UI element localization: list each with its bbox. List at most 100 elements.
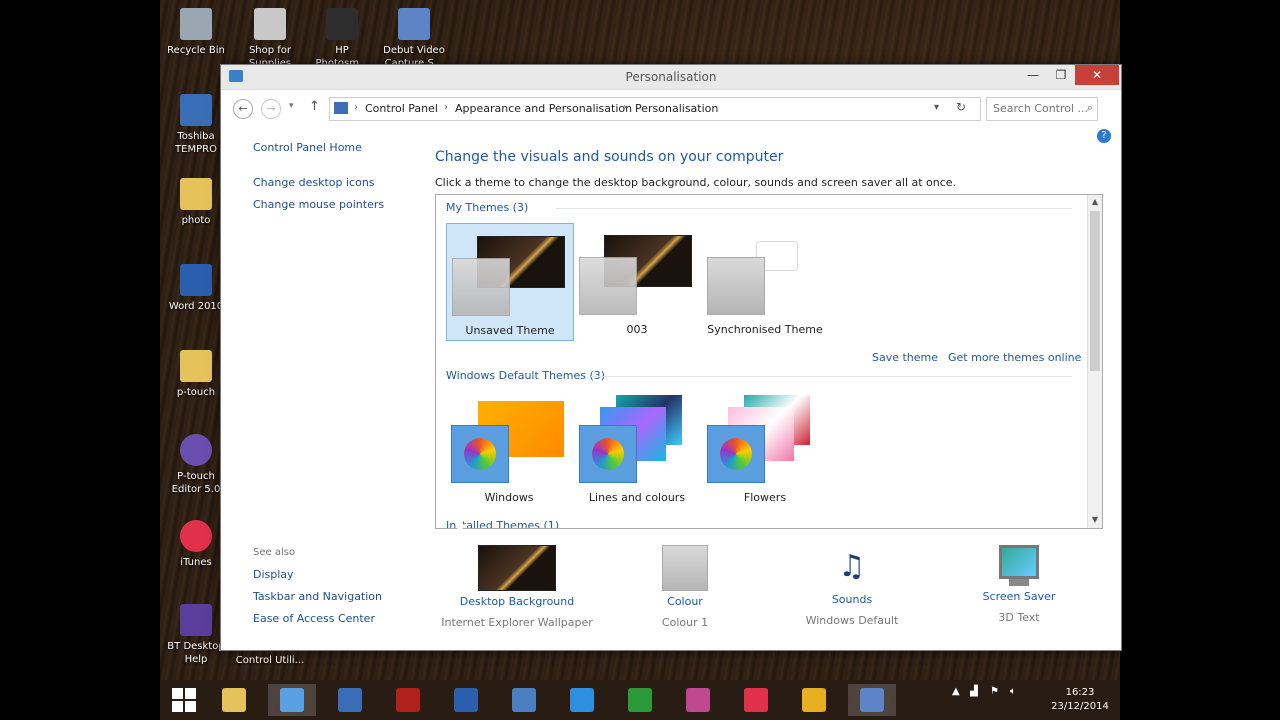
wallpaper-icon	[478, 545, 556, 591]
letterbox-left	[0, 0, 160, 720]
theme-tile-flowers[interactable]: Flowers	[702, 391, 828, 507]
help-icon[interactable]: ?	[1097, 129, 1111, 143]
folder-icon	[180, 350, 212, 382]
clock[interactable]: 16:23 23/12/2014	[1040, 686, 1120, 714]
desktop-icon-label: Recycle Bin	[167, 45, 225, 56]
desktop-icon-p-touch-folder[interactable]: p-touch	[164, 350, 228, 399]
page-subtitle: Click a theme to change the desktop back…	[435, 176, 957, 189]
desktop-icon-hp-photosmart[interactable]: HP Photosm...	[310, 8, 374, 70]
taskbar-button[interactable]	[384, 684, 432, 716]
taskbar-button[interactable]	[848, 684, 896, 716]
save-theme-link[interactable]: Save theme	[872, 351, 938, 364]
colour-wheel-icon	[579, 425, 637, 483]
breadcrumb-personalisation[interactable]: Personalisation	[635, 102, 718, 115]
desktop-icon-recycle-bin[interactable]: Recycle Bin	[164, 8, 228, 57]
search-input[interactable]: Search Control ... ⌕	[986, 97, 1098, 121]
theme-tile-synchronised[interactable]: Synchronised Theme	[702, 223, 828, 339]
desktop-icon-control-utility[interactable]: Control Utili...	[230, 654, 310, 667]
colour-swatch	[707, 257, 765, 315]
network-icon[interactable]: ▟	[970, 686, 978, 697]
desktop-background-link[interactable]: Desktop Background	[437, 595, 597, 608]
taskbar-button[interactable]	[500, 684, 548, 716]
letterbox-right	[1120, 0, 1280, 720]
ease-of-access-link[interactable]: Ease of Access Center	[253, 612, 382, 625]
theme-name: Unsaved Theme	[465, 324, 555, 337]
desktop-icon-label: iTunes	[180, 557, 212, 568]
theme-tile-windows[interactable]: Windows	[446, 391, 572, 507]
taskbar-button[interactable]	[268, 684, 316, 716]
sounds-item[interactable]: ♫ Sounds Windows Default	[772, 545, 932, 627]
taskbar-button[interactable]	[210, 684, 258, 716]
control-panel-home-link[interactable]: Control Panel Home	[253, 141, 413, 154]
breadcrumb-control-panel[interactable]: Control Panel	[365, 102, 438, 115]
taskbar-button[interactable]	[442, 684, 490, 716]
tempro-icon	[180, 94, 212, 126]
display-link[interactable]: Display	[253, 568, 382, 581]
theme-tile-003[interactable]: 003	[574, 223, 700, 339]
change-mouse-pointers-link[interactable]: Change mouse pointers	[253, 198, 413, 211]
breadcrumb-separator: ›	[623, 102, 627, 113]
hp-icon	[326, 8, 358, 40]
action-center-icon[interactable]: ⚑	[990, 686, 999, 697]
maximize-button[interactable]: ❐	[1047, 65, 1075, 85]
taskbar-button[interactable]	[732, 684, 780, 716]
breadcrumb[interactable]: › Control Panel › Appearance and Persona…	[329, 97, 981, 121]
taskbar-button[interactable]	[558, 684, 606, 716]
taskbar-button[interactable]	[326, 684, 374, 716]
recycle-bin-icon	[180, 8, 212, 40]
forward-button[interactable]: →	[261, 99, 281, 119]
floppy-icon	[398, 8, 430, 40]
get-more-themes-link[interactable]: Get more themes online	[948, 351, 1081, 364]
theme-list-scrollbar[interactable]: ▲ ▼	[1087, 195, 1102, 528]
taskbar-navigation-link[interactable]: Taskbar and Navigation	[253, 590, 382, 603]
desktop-icon-shop-for-supplies[interactable]: Shop for Supplies	[238, 8, 302, 70]
colour-icon	[662, 545, 708, 591]
window-title: Personalisation	[625, 70, 717, 84]
desktop-icon-label: photo	[181, 215, 211, 226]
screen-saver-link[interactable]: Screen Saver	[939, 590, 1099, 603]
desktop-icon-p-touch-editor[interactable]: P-touch Editor 5.0	[164, 434, 228, 496]
search-icon[interactable]: ⌕	[1087, 101, 1093, 115]
sounds-link[interactable]: Sounds	[772, 593, 932, 606]
scrollbar-thumb[interactable]	[1090, 211, 1100, 371]
theme-tile-lines-and-colours[interactable]: Lines and colours	[574, 391, 700, 507]
refresh-button[interactable]: ↻	[956, 100, 966, 114]
desktop-icon-label: p-touch	[176, 387, 216, 398]
theme-list: My Themes (3) Unsaved Theme 003 Synchron…	[435, 194, 1103, 529]
taskbar-button[interactable]	[790, 684, 838, 716]
scroll-up-icon[interactable]: ▲	[1088, 197, 1102, 206]
volume-icon[interactable]: 🔈︎	[1010, 686, 1016, 697]
taskbar-button[interactable]	[616, 684, 664, 716]
bt-icon	[180, 604, 212, 636]
scroll-down-icon[interactable]: ▼	[1088, 515, 1102, 524]
desktop-icon-word[interactable]: Word 2010	[164, 264, 228, 313]
desktop-icon-toshiba-tempro[interactable]: Toshiba TEMPRO	[164, 94, 228, 156]
show-hidden-icons[interactable]: ▲	[952, 686, 960, 697]
internet-explorer-icon	[570, 688, 594, 712]
minimize-button[interactable]: —	[1019, 65, 1047, 85]
breadcrumb-separator: ›	[354, 102, 358, 113]
desktop-icon-itunes[interactable]: iTunes	[164, 520, 228, 569]
close-button[interactable]: ✕	[1075, 65, 1119, 85]
screen-saver-value: 3D Text	[998, 611, 1040, 624]
title-bar[interactable]: Personalisation — ❐ ✕	[221, 65, 1121, 90]
desktop-icon-debut-video[interactable]: Debut Video Capture S...	[382, 8, 446, 70]
breadcrumb-appearance[interactable]: Appearance and Personalisation	[455, 102, 632, 115]
start-button[interactable]	[172, 688, 196, 712]
colour-link[interactable]: Colour	[605, 595, 765, 608]
back-button[interactable]: ←	[233, 99, 253, 119]
windows-logo-icon	[172, 688, 196, 712]
desktop-background-item[interactable]: Desktop Background Internet Explorer Wal…	[437, 545, 597, 629]
up-button[interactable]: ↑	[309, 99, 320, 114]
change-desktop-icons-link[interactable]: Change desktop icons	[253, 176, 413, 189]
theme-tile-unsaved[interactable]: Unsaved Theme	[446, 223, 574, 341]
screen-saver-item[interactable]: Screen Saver 3D Text	[939, 545, 1099, 624]
taskbar-button[interactable]	[674, 684, 722, 716]
address-dropdown-button[interactable]: ▾	[934, 102, 939, 113]
recent-locations-button[interactable]: ▾	[289, 101, 294, 111]
store-icon	[628, 688, 652, 712]
colour-item[interactable]: Colour Colour 1	[605, 545, 765, 629]
desktop-icon-photo[interactable]: photo	[164, 178, 228, 227]
breadcrumb-separator: ›	[444, 102, 448, 113]
desktop-icon-bt-desktop-help[interactable]: BT Desktop Help	[164, 604, 228, 666]
